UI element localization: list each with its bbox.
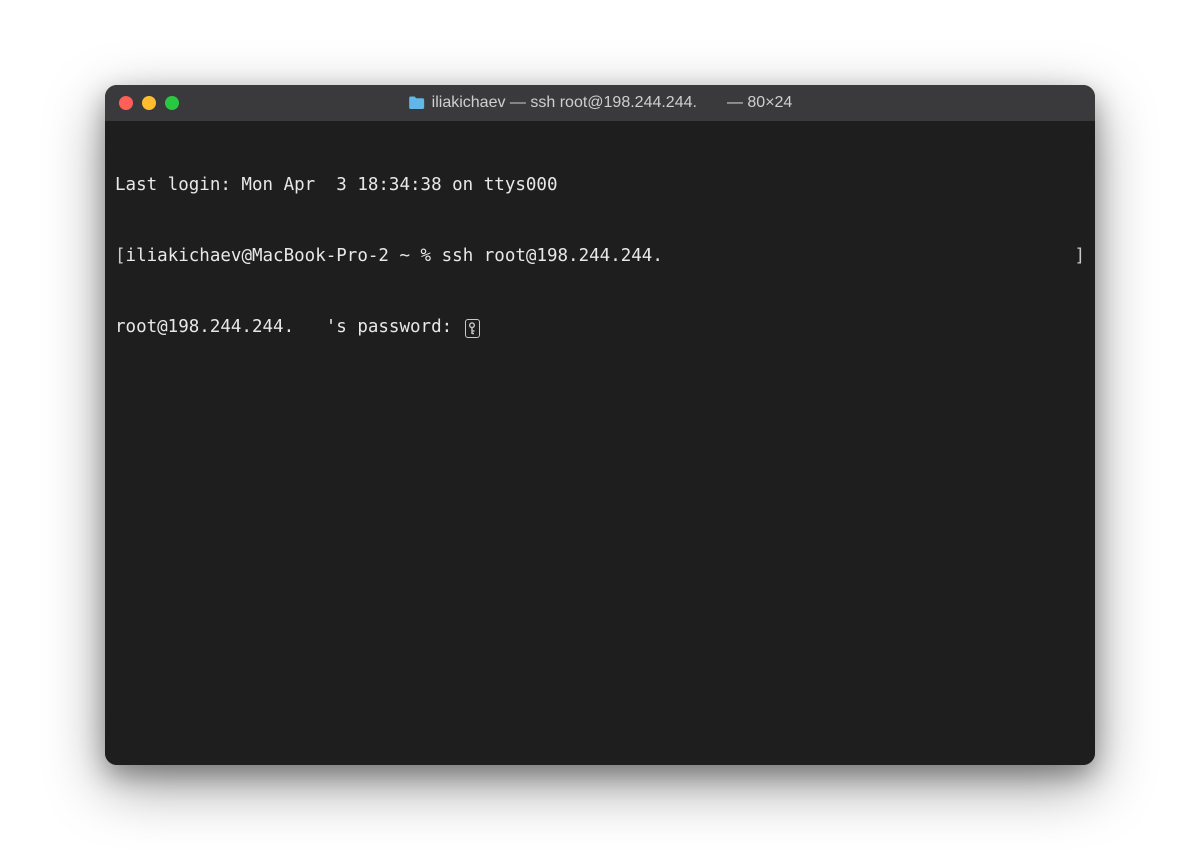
traffic-lights: [119, 96, 179, 110]
window-title: iliakichaev — ssh root@198.244.244. — 80…: [408, 94, 793, 112]
password-prompt-text: root@198.244.244. 's password:: [115, 317, 463, 337]
maximize-button[interactable]: [165, 96, 179, 110]
minimize-button[interactable]: [142, 96, 156, 110]
last-login-line: Last login: Mon Apr 3 18:34:38 on ttys00…: [115, 174, 1085, 198]
prompt-close-bracket: ]: [1074, 245, 1085, 269]
ssh-command: ssh root@198.244.244.: [442, 246, 663, 266]
key-icon: [465, 319, 480, 338]
window-title-size: — 80×24: [727, 94, 792, 112]
window-title-main: iliakichaev — ssh root@198.244.244.: [432, 94, 697, 112]
password-prompt-line: root@198.244.244. 's password:: [115, 316, 1085, 340]
title-bar[interactable]: iliakichaev — ssh root@198.244.244. — 80…: [105, 85, 1095, 121]
prompt-open-bracket: [: [115, 246, 126, 266]
folder-icon: [408, 96, 426, 110]
close-button[interactable]: [119, 96, 133, 110]
terminal-window: iliakichaev — ssh root@198.244.244. — 80…: [105, 85, 1095, 765]
terminal-body[interactable]: Last login: Mon Apr 3 18:34:38 on ttys00…: [105, 121, 1095, 765]
prompt-line: [iliakichaev@MacBook-Pro-2 ~ % ssh root@…: [115, 245, 1085, 269]
prompt-user-host: iliakichaev@MacBook-Pro-2 ~ %: [126, 246, 442, 266]
